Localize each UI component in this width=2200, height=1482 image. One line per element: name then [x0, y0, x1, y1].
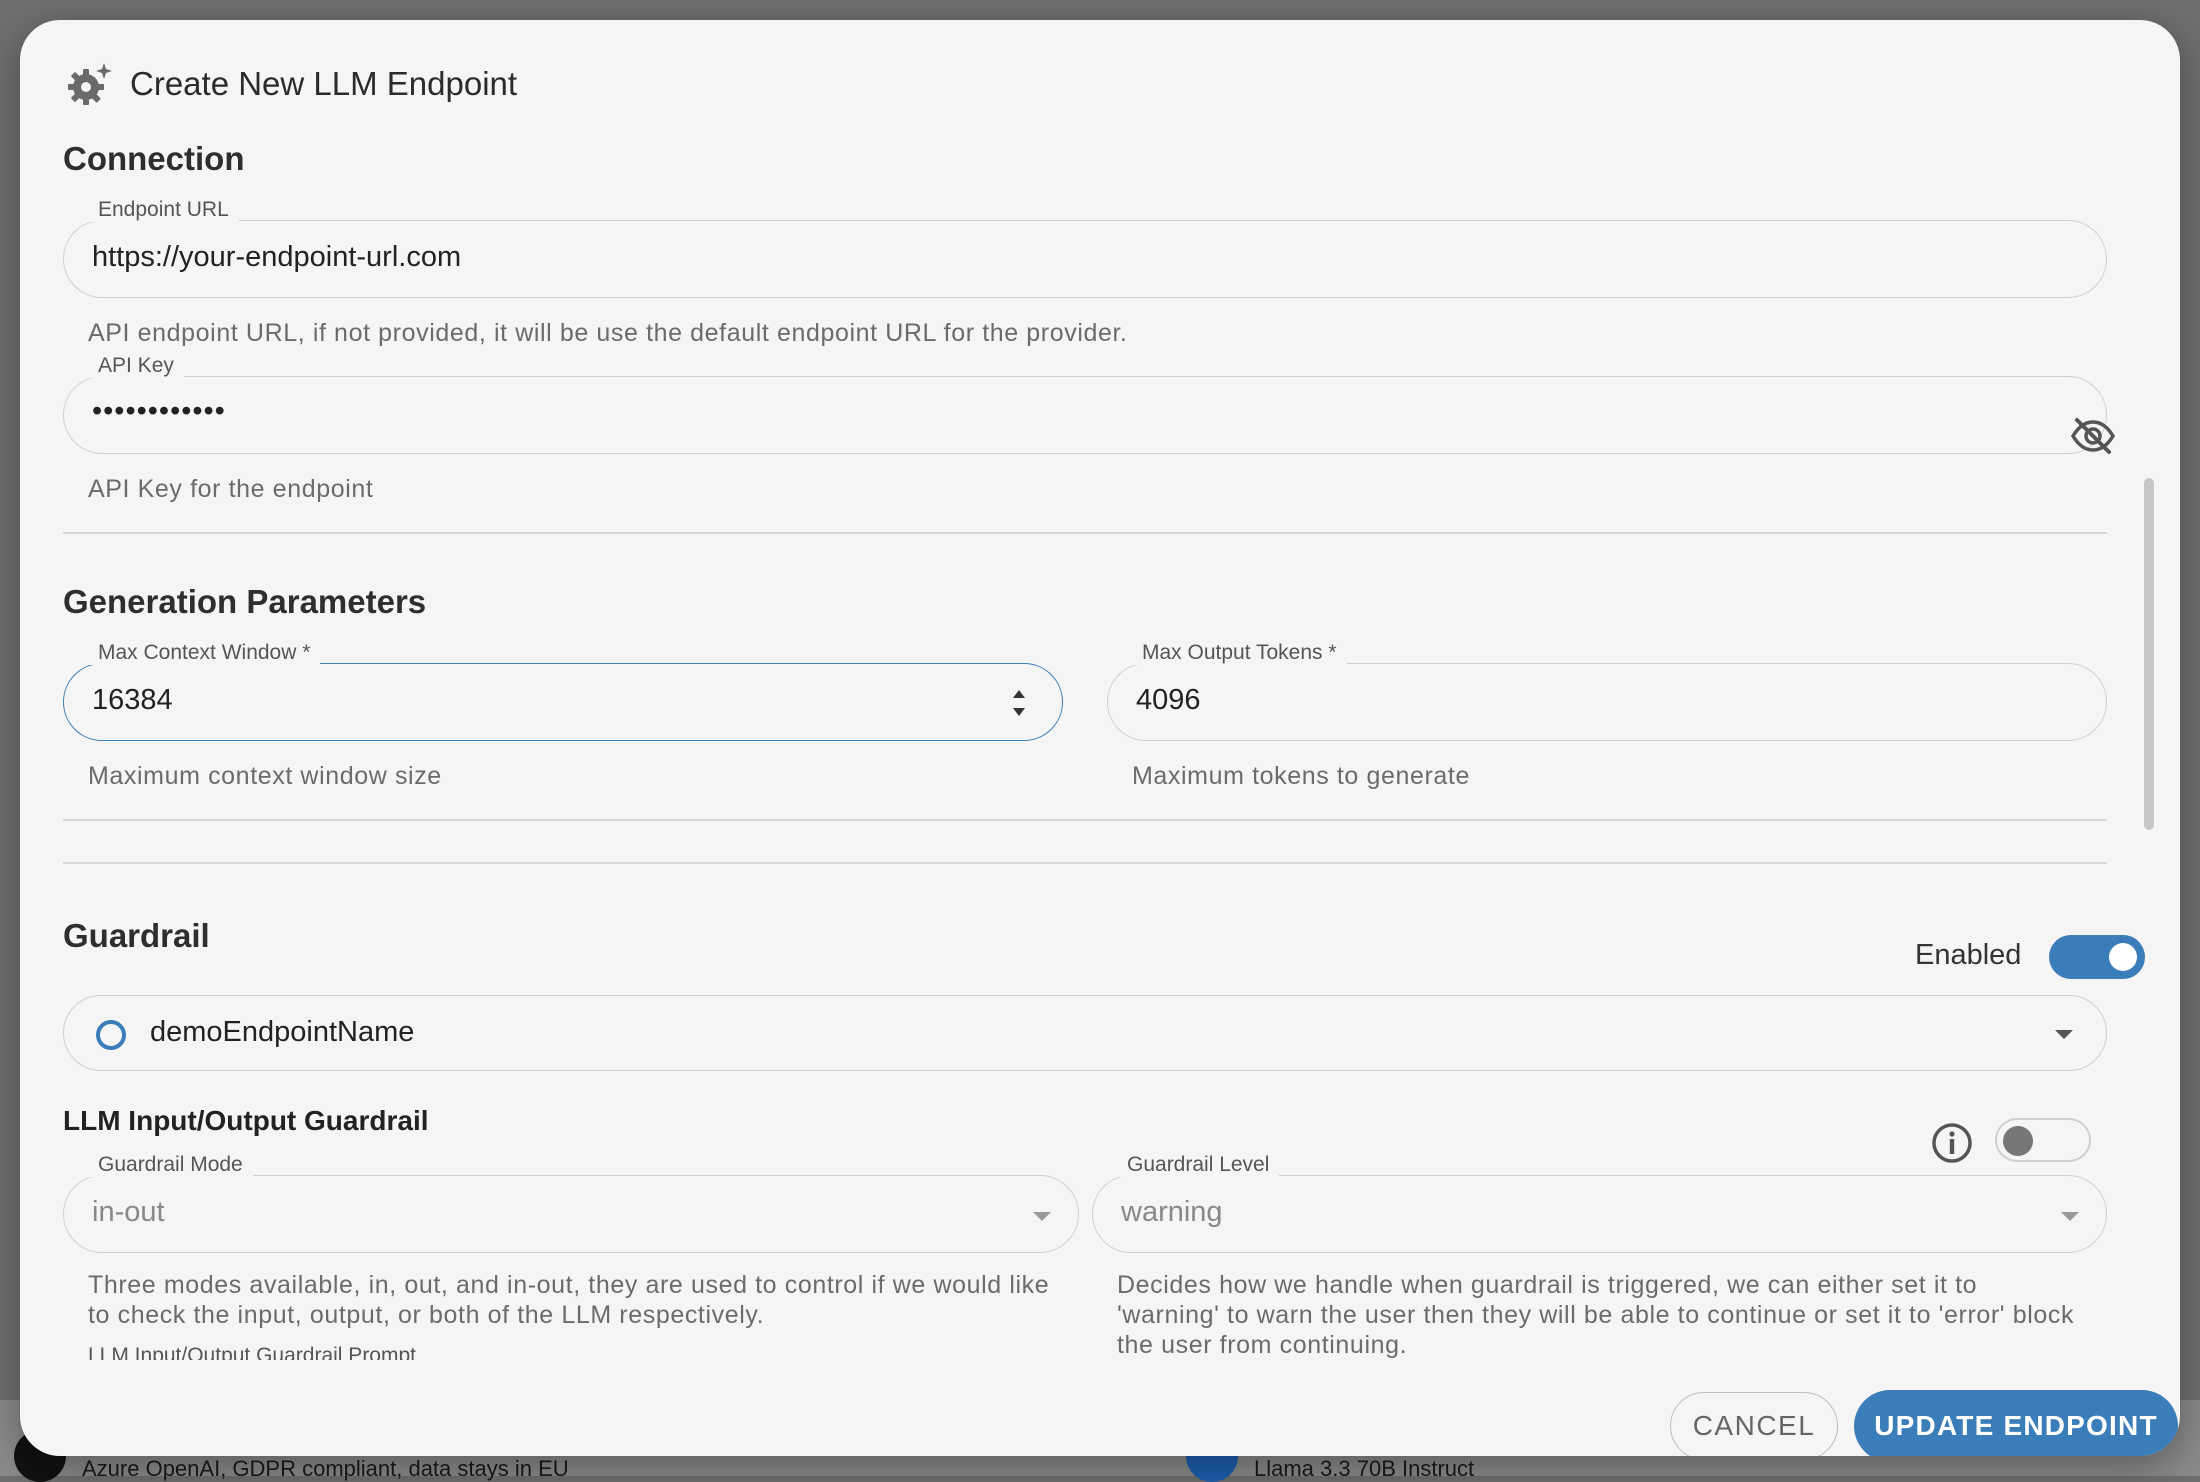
endpoint-url-field[interactable]: https://your-endpoint-url.com: [63, 220, 2107, 298]
guardrail-mode-select[interactable]: in-out: [63, 1175, 1079, 1253]
max-context-window-helper: Maximum context window size: [88, 762, 442, 790]
info-icon[interactable]: [1931, 1122, 1973, 1164]
max-output-tokens-label: Max Output Tokens *: [1132, 641, 1347, 665]
max-context-window-label: Max Context Window *: [88, 641, 321, 665]
api-key-value: ••••••••••••: [92, 395, 226, 427]
dialog-title: Create New LLM Endpoint: [130, 65, 518, 102]
toggle-knob: [2003, 1126, 2033, 1156]
section-divider: [63, 532, 2107, 534]
toggle-knob: [2109, 943, 2137, 971]
io-guardrail-toggle[interactable]: [1995, 1118, 2091, 1162]
section-heading-connection: Connection: [63, 140, 245, 177]
section-divider: [63, 862, 2107, 864]
scrollbar-thumb[interactable]: [2144, 478, 2154, 830]
dialog-header: Create New LLM Endpoint: [64, 54, 517, 114]
guardrail-prompt-clip: LLM Input/Output Guardrail Prompt: [88, 1338, 888, 1360]
number-stepper-icon[interactable]: [1010, 686, 1028, 720]
endpoint-url-label: Endpoint URL: [88, 198, 239, 222]
guardrail-mode-label: Guardrail Mode: [88, 1153, 253, 1177]
api-key-field[interactable]: ••••••••••••: [63, 376, 2107, 454]
max-output-tokens-input[interactable]: 4096: [1107, 663, 2107, 741]
max-output-tokens-value: 4096: [1136, 684, 1201, 716]
guardrail-mode-helper: Three modes available, in, out, and in-o…: [88, 1271, 1050, 1329]
guardrail-level-value: warning: [1121, 1196, 1223, 1228]
endpoint-circle-icon: [96, 1020, 126, 1050]
max-output-tokens-helper: Maximum tokens to generate: [1132, 762, 1470, 790]
guardrail-level-select[interactable]: warning: [1092, 1175, 2107, 1253]
guardrail-enabled-toggle[interactable]: [2049, 935, 2145, 979]
guardrail-mode-value: in-out: [92, 1196, 165, 1228]
chevron-down-icon: [2055, 1030, 2073, 1039]
guardrail-endpoint-value: demoEndpointName: [150, 1016, 415, 1048]
endpoint-url-helper: API endpoint URL, if not provided, it wi…: [88, 319, 1128, 347]
settings-sparkle-icon: [68, 63, 112, 105]
create-endpoint-dialog: Create New LLM Endpoint Connection https…: [20, 20, 2180, 1456]
chevron-down-icon: [2061, 1212, 2079, 1221]
max-context-window-input[interactable]: 16384: [63, 663, 1063, 741]
api-key-helper: API Key for the endpoint: [88, 475, 374, 503]
section-heading-guardrail: Guardrail: [63, 917, 210, 954]
section-heading-generation: Generation Parameters: [63, 583, 427, 620]
guardrail-enabled-label: Enabled: [1915, 939, 2022, 971]
guardrail-endpoint-select[interactable]: demoEndpointName: [63, 995, 2107, 1071]
guardrail-level-label: Guardrail Level: [1117, 1153, 1280, 1177]
section-divider: [63, 819, 2107, 821]
endpoint-url-value: https://your-endpoint-url.com: [92, 241, 462, 273]
guardrail-prompt-label: LLM Input/Output Guardrail Prompt: [88, 1344, 416, 1360]
update-endpoint-button[interactable]: UPDATE ENDPOINT: [1854, 1390, 2178, 1456]
api-key-label: API Key: [88, 354, 184, 378]
max-context-window-value: 16384: [92, 684, 173, 716]
cancel-button[interactable]: CANCEL: [1670, 1392, 1838, 1456]
background-list-item-right: Llama 3.3 70B Instruct: [1254, 1456, 1475, 1481]
eye-off-icon[interactable]: [2069, 412, 2117, 460]
chevron-down-icon: [1033, 1212, 1051, 1221]
io-guardrail-heading: LLM Input/Output Guardrail: [63, 1105, 429, 1136]
guardrail-level-helper: Decides how we handle when guardrail is …: [1117, 1271, 2075, 1359]
background-list-item-left: Azure OpenAI, GDPR compliant, data stays…: [82, 1456, 569, 1481]
